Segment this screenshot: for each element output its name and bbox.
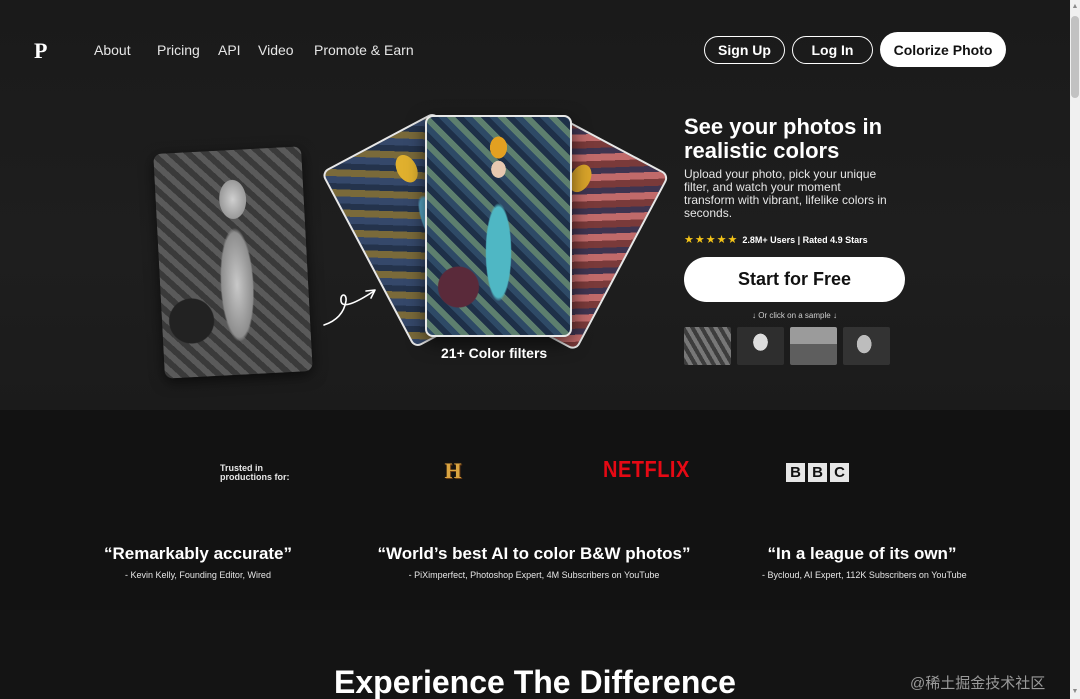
colorize-photo-button[interactable]: Colorize Photo bbox=[880, 32, 1006, 67]
quote-author: - Bycloud, AI Expert, 112K Subscribers o… bbox=[762, 570, 967, 580]
sample-thumbnail[interactable] bbox=[790, 327, 837, 365]
netflix-logo: NETFLIX bbox=[603, 457, 690, 483]
testimonial-quote: “World’s best AI to color B&W photos” - … bbox=[369, 544, 699, 580]
black-white-sample-photo bbox=[153, 146, 313, 379]
sample-thumbnail[interactable] bbox=[843, 327, 890, 365]
site-logo[interactable]: P bbox=[34, 38, 47, 64]
hero-title: See your photos in realistic colors bbox=[684, 114, 883, 163]
color-filters-label: 21+ Color filters bbox=[441, 345, 548, 361]
quote-author: - PiXimperfect, Photoshop Expert, 4M Sub… bbox=[408, 570, 660, 580]
bbc-logo: B B C bbox=[786, 463, 849, 482]
trusted-section bbox=[0, 410, 1070, 610]
testimonial-quote: “In a league of its own” - Bycloud, AI E… bbox=[762, 544, 967, 580]
bbc-letter: C bbox=[830, 463, 849, 482]
page-scrollbar[interactable]: ▲ ▼ bbox=[1070, 0, 1080, 699]
star-rating-icon: ★★★★★ bbox=[684, 234, 739, 246]
testimonial-quote: “Remarkably accurate” - Kevin Kelly, Fou… bbox=[88, 544, 308, 580]
bbc-letter: B bbox=[786, 463, 805, 482]
trusted-label-line2: productions for: bbox=[220, 472, 290, 482]
quote-author: - Kevin Kelly, Founding Editor, Wired bbox=[125, 570, 271, 580]
nav-link-promote-earn[interactable]: Promote & Earn bbox=[314, 42, 414, 58]
sample-thumbnail[interactable] bbox=[684, 327, 731, 365]
nav-link-video[interactable]: Video bbox=[258, 42, 294, 58]
nav-link-pricing[interactable]: Pricing bbox=[157, 42, 200, 58]
trusted-label: Trusted in productions for: bbox=[220, 464, 290, 482]
sample-thumbnail[interactable] bbox=[737, 327, 784, 365]
scroll-down-icon[interactable]: ▼ bbox=[1071, 687, 1079, 697]
log-in-button[interactable]: Log In bbox=[792, 36, 873, 64]
colorized-photo-filter-center[interactable] bbox=[425, 115, 572, 337]
quote-text: “Remarkably accurate” bbox=[103, 544, 293, 563]
watermark: @稀土掘金技术社区 bbox=[910, 675, 1046, 692]
quote-text: “In a league of its own” bbox=[767, 544, 957, 563]
bbc-letter: B bbox=[808, 463, 827, 482]
scrollbar-thumb[interactable] bbox=[1071, 16, 1079, 98]
start-for-free-button[interactable]: Start for Free bbox=[684, 257, 905, 302]
hero-description: Upload your photo, pick your unique filt… bbox=[684, 167, 887, 220]
nav-link-api[interactable]: API bbox=[218, 42, 241, 58]
scroll-up-icon[interactable]: ▲ bbox=[1071, 2, 1079, 12]
rating-row: ★★★★★ 2.8M+ Users | Rated 4.9 Stars bbox=[684, 233, 868, 246]
rating-text: 2.8M+ Users | Rated 4.9 Stars bbox=[742, 234, 868, 245]
sign-up-button[interactable]: Sign Up bbox=[704, 36, 785, 64]
quote-text: “World’s best AI to color B&W photos” bbox=[377, 544, 691, 563]
history-channel-logo: H bbox=[444, 458, 462, 483]
sample-thumbnails bbox=[684, 327, 890, 365]
sample-hint: ↓ Or click on a sample ↓ bbox=[752, 311, 837, 320]
curly-arrow-icon bbox=[323, 289, 376, 326]
nav-link-about[interactable]: About bbox=[94, 42, 131, 58]
